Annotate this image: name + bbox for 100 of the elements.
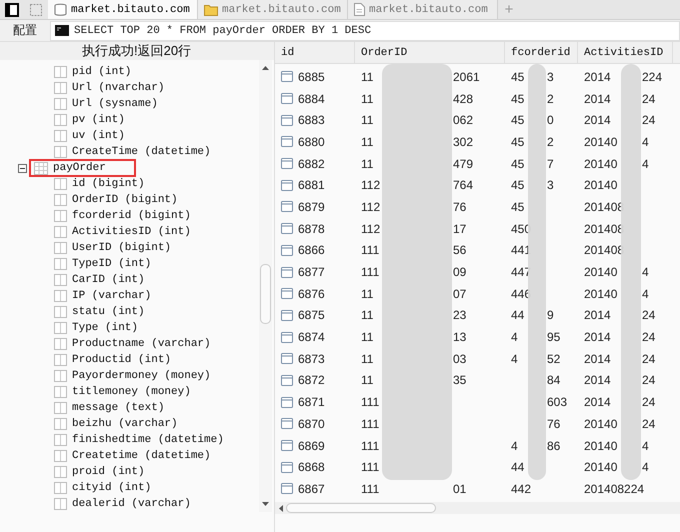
tab[interactable]: market.bitauto.com [48, 0, 198, 19]
scroll-up-icon[interactable] [262, 66, 269, 70]
scroll-left-icon[interactable] [279, 504, 283, 512]
cell-text: 6872 [298, 373, 325, 388]
cell-text: 20140 [584, 416, 618, 431]
row-icon [281, 418, 293, 430]
column-icon [54, 450, 67, 462]
cell-text: 52 [547, 352, 560, 366]
column-icon [54, 194, 67, 206]
tree-item[interactable]: beizhu (varchar) [72, 418, 178, 430]
cell-text: 6875 [298, 308, 325, 322]
tree-item[interactable]: Url (sysname) [72, 98, 158, 110]
column-icon [54, 434, 67, 446]
cell-text: 6879 [298, 200, 325, 214]
cell-text: 603 [547, 395, 568, 410]
tree-item[interactable]: ActivitiesID (int) [72, 226, 191, 238]
cell-text: 86 [547, 438, 560, 453]
cell-text: 44 [511, 460, 526, 474]
tree-item[interactable]: Productname (varchar) [72, 338, 211, 350]
cell-text: 23 [453, 308, 466, 322]
tree-item[interactable]: Productid (int) [72, 354, 172, 366]
scrollbar-thumb[interactable] [286, 503, 436, 513]
cell-text: 6869 [298, 438, 325, 453]
column-icon [54, 258, 67, 270]
tree-item[interactable]: cityid (int) [72, 482, 152, 494]
cell-text: 20140 [584, 460, 618, 474]
cell-text: 062 [453, 113, 474, 128]
tree-item[interactable]: statu (int) [72, 306, 145, 318]
tree-item[interactable]: pv (int) [72, 114, 125, 126]
tree-item[interactable]: uv (int) [72, 130, 125, 142]
tree-item[interactable]: Url (nvarchar) [72, 82, 164, 94]
column-icon [54, 306, 67, 318]
column-header[interactable]: id [275, 42, 355, 63]
cell-text: 01 [453, 482, 466, 496]
cell-text: 6866 [298, 243, 325, 258]
tab[interactable]: market.bitauto.com [348, 0, 498, 19]
row-icon [281, 462, 293, 473]
tree-item[interactable]: IP (varchar) [72, 290, 152, 302]
document-icon [354, 3, 365, 16]
tree-item[interactable]: CarID (int) [72, 274, 145, 286]
cell-text: 201408 [584, 222, 624, 236]
tree-item[interactable]: Createtime (datetime) [72, 450, 211, 462]
column-icon [54, 322, 67, 334]
tree-item[interactable]: finishedtime (datetime) [72, 434, 224, 446]
tree-item[interactable]: UserID (bigint) [72, 242, 172, 254]
tree-item[interactable]: payOrder [53, 162, 106, 174]
cell-text: 24 [642, 308, 656, 322]
tree-item[interactable]: titlemoney (money) [72, 386, 191, 398]
tree-item[interactable]: fcorderid (bigint) [72, 210, 191, 222]
scrollbar-thumb[interactable] [260, 264, 271, 324]
row-icon [281, 440, 293, 452]
tree-item[interactable]: TypeID (int) [72, 258, 152, 270]
row-icon [281, 266, 293, 278]
tree-item[interactable]: id (bigint) [72, 178, 145, 190]
cell-text: 6877 [298, 265, 325, 280]
cell-text: 428 [453, 92, 474, 106]
column-header[interactable]: OrderID [355, 42, 505, 63]
cell-text: 20140 [584, 265, 618, 280]
cell-text: 2014 [584, 113, 612, 128]
panel-icon[interactable] [5, 2, 19, 16]
cell-text: 111 [361, 460, 380, 474]
collapse-icon[interactable] [18, 164, 27, 172]
row-icon [281, 71, 293, 82]
tree-item[interactable]: Type (int) [72, 322, 138, 334]
config-label[interactable]: 配置 [0, 22, 50, 39]
column-header[interactable]: ActivitiesID [578, 42, 673, 63]
cell-text: 6884 [298, 92, 325, 106]
tree-item[interactable]: OrderID (bigint) [72, 194, 178, 206]
cell-text: 3 [547, 178, 554, 192]
tree-item[interactable]: proid (int) [72, 466, 145, 478]
row-icon [281, 180, 293, 191]
cell-text: 764 [453, 178, 474, 192]
column-icon [54, 386, 67, 398]
query-field[interactable]: SELECT TOP 20 * FROM payOrder ORDER BY 1 DESC [50, 20, 680, 40]
column-header[interactable]: fcorderid [505, 42, 578, 63]
cell-text: 45 [511, 134, 526, 149]
tree-item[interactable]: pid (int) [72, 66, 132, 78]
cell-text: 6881 [298, 178, 325, 192]
cell-text: 24 [642, 352, 656, 366]
database-icon [54, 3, 67, 16]
column-icon [54, 418, 67, 430]
scroll-down-icon[interactable] [262, 502, 269, 506]
cell-text: 6885 [298, 70, 325, 84]
cell-text: 4 [642, 265, 649, 280]
cell-text: 447 [511, 265, 532, 280]
cell-text: 450 [511, 222, 532, 236]
row-icon [281, 353, 293, 364]
tree-item[interactable]: Payordermoney (money) [72, 370, 211, 382]
tree-item[interactable]: CreateTime (datetime) [72, 146, 211, 158]
tree-item[interactable]: message (text) [72, 402, 164, 414]
cell-text: 56 [453, 243, 466, 258]
column-icon [54, 290, 67, 302]
tree-item[interactable]: dealerid (varchar) [72, 498, 191, 510]
cell-text: 4 [511, 438, 519, 453]
terminal-icon [55, 25, 69, 36]
cell-text: 76 [547, 416, 560, 431]
tab[interactable]: market.bitauto.com [198, 0, 348, 19]
cell-text: 2014 [584, 330, 612, 344]
cell-text: 45 [511, 156, 526, 171]
row-icon [281, 244, 293, 256]
